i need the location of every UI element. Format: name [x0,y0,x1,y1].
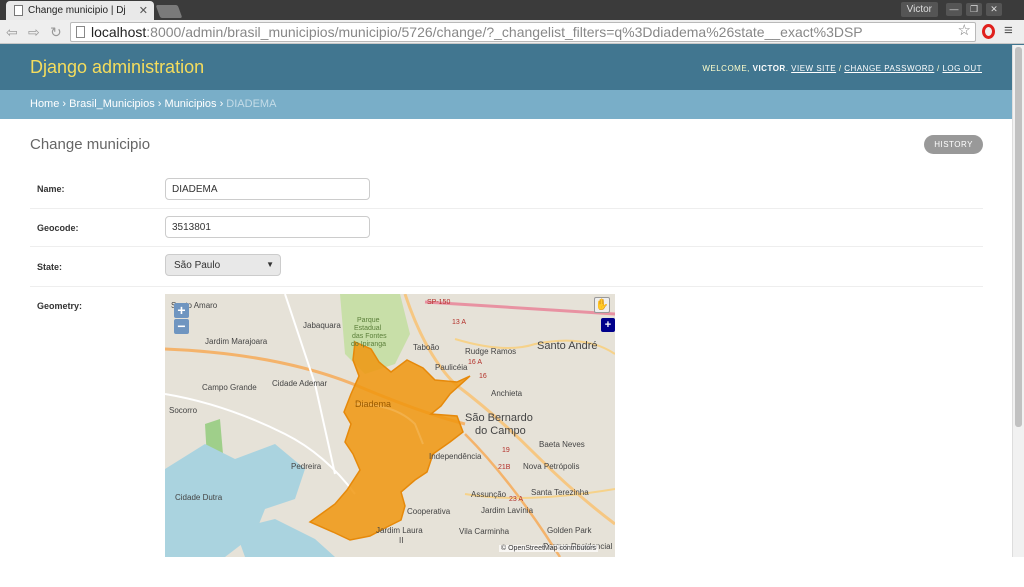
map-label: Estadual [354,325,382,332]
forward-icon[interactable]: ⇨ [28,24,40,40]
opera-icon[interactable] [982,24,995,39]
profile-user[interactable]: Victor [900,2,938,17]
geometry-label: Geometry: [37,301,83,311]
name-label: Name: [37,184,65,194]
road-label: SP-150 [427,299,450,306]
form-row-geocode: Geocode: 3513801 [30,209,983,247]
close-tab-icon[interactable]: ✕ [139,4,148,17]
minimize-icon[interactable]: — [946,3,962,16]
username: VICTOR [752,64,786,73]
view-site-link[interactable]: VIEW SITE [791,64,836,73]
state-selected-value: São Paulo [174,260,221,271]
browser-tab[interactable]: Change municipio | Dj ✕ [6,1,154,20]
map-label: Anchieta [491,389,523,398]
welcome-text: WELCOME, [702,64,750,73]
map-label: Cooperativa [407,507,451,516]
map-label: Pedreira [291,462,322,471]
map-label: Vila Carminha [459,527,510,536]
map-label: Rudge Ramos [465,347,516,356]
breadcrumb-app[interactable]: Brasil_Municipios [69,98,155,110]
map-label: Taboão [413,343,440,352]
geocode-label: Geocode: [37,223,79,233]
map-label: Baeta Neves [539,440,585,449]
map-label: Jardim Lavínia [481,506,534,515]
restore-icon[interactable]: ❐ [966,3,982,16]
menu-icon[interactable]: ≡ [1004,22,1013,39]
change-password-link[interactable]: CHANGE PASSWORD [844,64,934,73]
map-label: Parque [357,317,380,324]
geocode-input[interactable]: 3513801 [165,216,370,238]
map-label: Santo André [537,340,598,352]
back-icon[interactable]: ⇦ [6,24,18,40]
zoom-in-button[interactable]: + [174,303,189,318]
state-label: State: [37,262,63,272]
page-icon [14,5,23,16]
road-label: 23 A [509,496,523,503]
bookmark-star-icon[interactable]: ☆ [958,23,971,40]
state-select[interactable]: São Paulo ▼ [165,254,281,276]
road-label: 21B [498,464,511,471]
map-label: Paulicéia [435,363,468,372]
map-label: das Fontes [352,333,387,340]
map-label: Golden Park [547,526,592,535]
map-label: Jardim Laura [376,526,423,535]
road-label: 16 A [468,359,482,366]
map-label: do Ipiranga [351,341,386,348]
new-tab-button[interactable] [155,5,183,18]
address-bar[interactable]: localhost:8000/admin/brasil_municipios/m… [70,22,976,42]
map-label: Nova Petrópolis [523,462,579,471]
map-label: São Bernardo [465,412,533,424]
map-label: Assunção [471,490,507,499]
road-label: 19 [502,447,510,454]
map-label: II [399,536,403,545]
map-label: Socorro [169,406,198,415]
tab-title: Change municipio | Dj [28,5,126,16]
log-out-link[interactable]: LOG OUT [942,64,982,73]
map-label: Santa Terezinha [531,488,589,497]
site-branding[interactable]: Django administration [30,57,204,78]
admin-header: Django administration WELCOME, VICTOR. V… [0,44,1024,90]
road-label: 13 A [452,319,466,326]
map-tiles: Santo Amaro Jabaquara Jardim Marajoara T… [165,294,615,557]
scrollbar-thumb[interactable] [1015,47,1022,427]
layer-switcher-button[interactable]: + [601,318,615,332]
map-attribution[interactable]: © OpenStreetMap contributors [499,545,599,552]
name-input[interactable]: DIADEMA [165,178,370,200]
browser-tabbar: Change municipio | Dj ✕ Victor — ❐ ✕ [0,0,1024,20]
zoom-out-button[interactable]: − [174,319,189,334]
page-icon [76,26,85,38]
breadcrumb: Home › Brasil_Municipios › Municipios › … [0,90,1024,119]
close-window-icon[interactable]: ✕ [986,3,1002,16]
breadcrumb-model[interactable]: Municipios [165,98,217,110]
map-label: do Campo [475,425,526,437]
browser-toolbar: ⇦ ⇨ ↻ localhost:8000/admin/brasil_munici… [0,20,1024,44]
map-label: Cidade Dutra [175,493,223,502]
map-label: Jardim Marajoara [205,337,268,346]
map-label: Cidade Ademar [272,379,327,388]
map-label: Jabaquara [303,321,341,330]
map-label: Diadema [355,399,391,409]
page-scrollbar[interactable] [1012,45,1024,557]
breadcrumb-home[interactable]: Home [30,98,59,110]
url-host: localhost [91,24,147,40]
road-label: 16 [479,373,487,380]
history-button[interactable]: HISTORY [924,135,983,154]
caret-down-icon: ▼ [266,260,274,269]
form-row-name: Name: DIADEMA [30,169,983,209]
map-label: Campo Grande [202,383,257,392]
map-label: Independência [429,452,482,461]
user-tools: WELCOME, VICTOR. VIEW SITE / CHANGE PASS… [702,64,982,73]
form-row-state: State: São Paulo ▼ [30,247,983,287]
page-title: Change municipio [30,136,151,153]
reload-icon[interactable]: ↻ [50,24,62,40]
breadcrumb-current: DIADEMA [226,98,277,110]
pan-hand-icon[interactable]: ✋ [594,297,610,313]
url-path: :8000/admin/brasil_municipios/municipio/… [146,24,863,40]
geometry-map[interactable]: Santo Amaro Jabaquara Jardim Marajoara T… [165,294,615,557]
